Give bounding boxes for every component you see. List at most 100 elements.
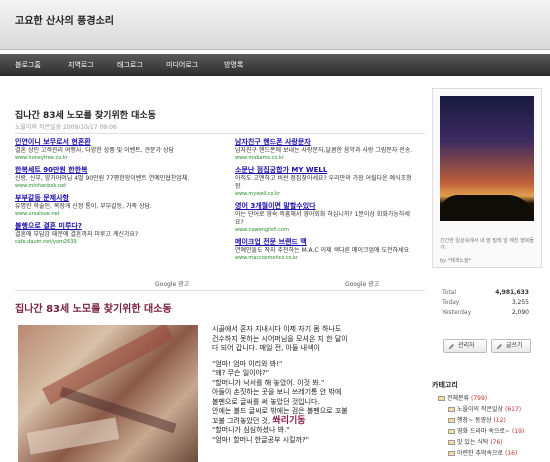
ad-url[interactable]: cafe.daum.net/yom2639	[15, 239, 195, 246]
category-count: (76)	[490, 439, 503, 446]
divider	[15, 290, 425, 291]
ad-title[interactable]: 남자친구 핸드폰 사랑문자	[235, 138, 415, 147]
category-item[interactable]: 노을이의 작은일상 (617)	[438, 404, 524, 415]
blog-header: 고요한 산사의 풍경소리	[0, 0, 550, 50]
category-title: 카테고리	[432, 381, 458, 389]
body-line: 안에는 볼드 글씨로 밖에는 검은 볼펜으로 꼬불	[212, 407, 348, 415]
ad-title[interactable]: 한복세트 90만원 한한복	[15, 166, 195, 175]
write-button[interactable]: 글쓰기	[491, 339, 531, 353]
post-photo[interactable]	[18, 325, 198, 462]
category-item[interactable]: 맛 있는 식탁 (76)	[438, 437, 524, 448]
post-title[interactable]: 집나간 83세 노모를 찾기위한 대소동	[15, 108, 156, 121]
ad-url[interactable]: www.mobams.co.kr	[235, 155, 415, 162]
ad-body: 신랑, 신부, 양가어머님 4벌 90만원 77평한장이벤트 연예인협찬업체.	[15, 175, 190, 182]
category-count: (617)	[505, 406, 522, 413]
folder-icon	[448, 440, 455, 445]
body-line: 볼펜으로 글씨를 써 놓았던 것입니다.	[212, 397, 320, 406]
category-name: 아련한 추억속으로	[457, 450, 504, 457]
admin-button-label: 관리자	[458, 342, 475, 349]
nav-bar: 블로그홈 지역로그 태그로그 미디어로그 방명록	[0, 54, 550, 76]
body-line: "엄마! 엄마 이리와 봐!"	[212, 359, 283, 368]
google-ads-label[interactable]: Google 광고	[155, 279, 189, 288]
ad-body: 연예인들도 착지 추천하는 M.A.C 이제 색다른 메이크업에 도전하세요	[235, 247, 410, 254]
ad-item[interactable]: 부부갈등 문제사항 유명한 학술인, 목장게 신정 통이, 부부갈등, 가족 상…	[15, 194, 195, 218]
ad-title[interactable]: 불행으로 결혼 미루다?	[15, 222, 195, 231]
divider	[15, 133, 425, 134]
ad-title[interactable]: 소문난 점집궁합가 MY WELL	[235, 166, 415, 175]
nav-item-blog-home[interactable]: 블로그홈	[15, 60, 41, 70]
ad-body: 남자친구 핸드폰에 보내는 사랑문자,달콤한 음악과 사랑 그림문자 전송.	[235, 147, 413, 154]
write-button-label: 글쓰기	[506, 342, 523, 349]
ad-item[interactable]: 메이크업 전문 브랜드 맥 연예인들도 착지 추천하는 M.A.C 이제 색다른…	[235, 238, 415, 262]
admin-button[interactable]: 관리자	[443, 339, 487, 353]
category-item[interactable]: 아련한 추억속으로 (16)	[438, 448, 524, 459]
folder-icon	[448, 418, 455, 423]
body-line: "할머니가 심심하셨나 봐."	[212, 426, 290, 434]
nav-item-media-log[interactable]: 미디어로그	[166, 60, 198, 70]
ad-url[interactable]: www.honeytree.co.kr	[15, 155, 195, 162]
folder-icon	[438, 396, 445, 401]
ad-item[interactable]: 소문난 점집궁합가 MY WELL 아직도 고맨하고 비싼 점집찾아세요? 우리…	[235, 166, 415, 198]
ad-item[interactable]: 남자친구 핸드폰 사랑문자 남자친구 핸드폰에 보내는 사랑문자,달콤한 음악과…	[235, 138, 415, 162]
ad-url[interactable]: www.minhanbok.net	[15, 183, 195, 190]
google-ads-label[interactable]: Google 광고	[345, 279, 379, 288]
emphasis-text: 쏴리기동	[272, 415, 306, 426]
blog-title[interactable]: 고요한 산사의 풍경소리	[15, 12, 114, 27]
stat-value: 3,255	[511, 299, 529, 306]
post-meta: 노을이의 작은일상 2009/10/17 09:06	[15, 124, 117, 131]
ad-title[interactable]: 메이크업 전문 브랜드 맥	[235, 238, 415, 247]
pencil-icon	[448, 343, 455, 350]
ad-url[interactable]: www.nawenglish.com	[235, 227, 415, 234]
profile-image[interactable]	[440, 96, 534, 221]
nav-item-location-log[interactable]: 지역로그	[68, 60, 94, 70]
body-line: 아들이 손짓하는 곳을 보니 쓰레기통 안 밖에	[212, 388, 342, 396]
post-heading: 집나간 83세 노모를 찾기위한 대소동	[15, 304, 172, 315]
category-count: (19)	[511, 428, 525, 435]
category-count: (12)	[493, 417, 506, 424]
category-name: 맛 있는 식탁	[457, 439, 489, 446]
folder-icon	[448, 451, 455, 456]
body-line: 꼬불 그려놓았던 것, 쏴리기동	[212, 415, 427, 427]
ad-title[interactable]: 영어 3개월이면 말할수있다	[235, 202, 415, 211]
category-count: (16)	[505, 450, 518, 457]
ad-item[interactable]: 인연이니 보무로서 현혼환 결혼 상인 고객관리 여행사, 다양한 상품 및 이…	[15, 138, 195, 162]
ad-item[interactable]: 영어 3개월이면 말할수있다 아는 단어로 영숙 즉흥해서 영어회화 하십니까?…	[235, 202, 415, 234]
profile-author: by *채색노을*	[440, 258, 472, 264]
profile-caption: 간간한 일상속에서 내 맘 밀레 앞 에진 행복들가.	[440, 238, 534, 251]
body-line: 시골에서 혼자 지내시다 이제 자기 몸 하나도	[212, 325, 342, 333]
category-name: 노을이의 작은일상	[457, 406, 504, 413]
body-line: 다 되어 갑니다. 매일 전, 아들 내색이	[212, 344, 320, 352]
category-item[interactable]: 전체분류 (799)	[438, 393, 524, 404]
ad-body: 아는 단어로 영숙 즉흥해서 영어회화 하십니까? 1분이상 회화가능하세요?	[235, 211, 410, 226]
category-item[interactable]: 영화 드라마 속으로~ (19)	[438, 426, 524, 437]
ad-title[interactable]: 부부갈등 문제사항	[15, 194, 195, 203]
nav-item-guestbook[interactable]: 방명록	[224, 60, 243, 70]
ad-body: 결혼 상인 고객관리 여행사, 다양한 상품 및 이벤트, 견문가 상담	[15, 147, 174, 154]
ad-body: 유명한 학술인, 목장게 신정 통이, 부부갈등, 가족 상담.	[15, 203, 152, 210]
nav-item-tag-log[interactable]: 태그로그	[117, 60, 143, 70]
stat-label: Yesterday	[442, 309, 472, 316]
ad-url[interactable]: www.mywell.co.kr	[235, 191, 415, 198]
stat-value: 4,981,633	[495, 289, 529, 296]
ad-item[interactable]: 한복세트 90만원 한한복 신랑, 신부, 양가어머님 4벌 90만원 77평한…	[15, 166, 195, 190]
body-line-text: 꼬불 그려놓았던 것,	[212, 416, 273, 425]
category-item[interactable]: 행장~ 동영상 (12)	[438, 415, 524, 426]
ad-url[interactable]: www.ursalove.net	[15, 211, 195, 218]
ad-title[interactable]: 인연이니 보무로서 현혼환	[15, 138, 195, 147]
body-line: "할머니가 낙서를 해 놓았어. 이것 봐."	[212, 378, 325, 387]
ad-body: 결혼에 부담감 때문에 결혼까지 미루고 계신가요?	[15, 231, 139, 238]
category-name: 행장~ 동영상	[457, 417, 492, 424]
category-name: 전체분류	[447, 395, 470, 402]
stat-label: Total	[442, 289, 457, 296]
category-count: (799)	[471, 395, 488, 402]
post-body: 시골에서 혼자 지내시다 이제 자기 몸 하나도 건수하지 못하는 시어머님을 …	[212, 325, 427, 445]
visitor-stats: Total 4,981,633 Today 3,255 Yesterday 2,…	[437, 289, 539, 319]
body-line: "엄마! 할머니 한글공부 시킬까?"	[212, 435, 309, 444]
ad-url[interactable]: www.maccosmetics.co.kr	[235, 255, 415, 262]
ad-column-right: 남자친구 핸드폰 사랑문자 남자친구 핸드폰에 보내는 사랑문자,달콤한 음악과…	[235, 138, 415, 266]
ad-body: 아직도 고맨하고 비싼 점집찾아세요? 우리만의 가장 어릴다운 예식조청장	[235, 175, 412, 190]
stat-value: 2,090	[511, 309, 529, 316]
stat-today: Today 3,255	[437, 299, 539, 309]
ad-item[interactable]: 불행으로 결혼 미루다? 결혼에 부담감 때문에 결혼까지 미루고 계신가요? …	[15, 222, 195, 246]
pencil-icon	[496, 343, 503, 350]
